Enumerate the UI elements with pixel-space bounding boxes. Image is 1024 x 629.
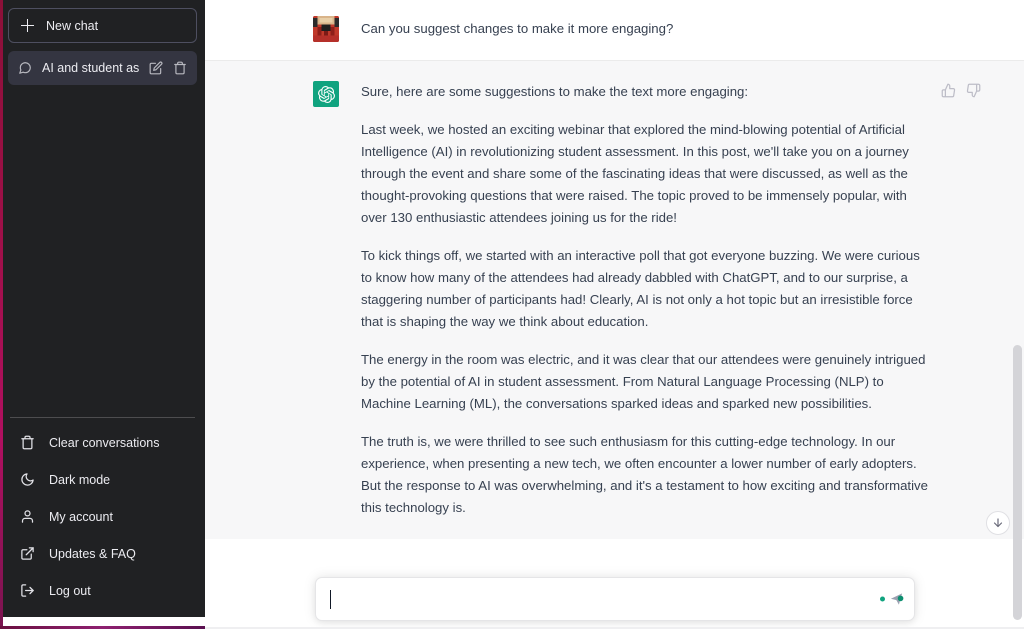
message-input[interactable]: [329, 578, 870, 620]
user-message: Can you suggest changes to make it more …: [205, 0, 1024, 61]
status-dot-icon: [879, 596, 885, 602]
new-chat-label: New chat: [46, 18, 99, 33]
assistant-intro: Sure, here are some suggestions to make …: [361, 84, 749, 99]
thumbs-up-icon[interactable]: [941, 83, 956, 98]
user-avatar: [313, 16, 339, 42]
assistant-message-text: Sure, here are some suggestions to make …: [361, 81, 931, 519]
sidebar-item-dark-mode[interactable]: Dark mode: [8, 461, 197, 498]
trash-icon: [21, 435, 34, 450]
send-icon: [890, 593, 903, 605]
user-message-text: Can you suggest changes to make it more …: [361, 21, 674, 36]
sidebar-item-label: My account: [49, 509, 113, 524]
moon-icon: [21, 473, 34, 486]
text-cursor: [329, 590, 331, 609]
assistant-paragraph-1: Last week, we hosted an exciting webinar…: [361, 122, 909, 225]
assistant-paragraph-3: The energy in the room was electric, and…: [361, 352, 926, 411]
user-icon: [21, 510, 34, 523]
sidebar: New chat AI and student assess: [0, 0, 205, 617]
conversation-title: AI and student assess: [42, 61, 139, 75]
chatgpt-app-window: New chat AI and student assess: [0, 0, 1024, 629]
plus-icon: [21, 19, 34, 32]
assistant-message-inner: Sure, here are some suggestions to make …: [313, 81, 981, 519]
window-left-edge-accent: [0, 0, 3, 629]
sidebar-item-label: Updates & FAQ: [49, 546, 136, 561]
arrow-down-icon: [993, 518, 1003, 528]
thumbs-down-icon[interactable]: [966, 83, 981, 98]
assistant-paragraph-2: To kick things off, we started with an i…: [361, 248, 920, 329]
composer-container: [205, 577, 1024, 621]
trash-icon[interactable]: [173, 61, 187, 75]
chat-main-panel: Can you suggest changes to make it more …: [205, 0, 1024, 629]
sidebar-divider: [10, 417, 195, 418]
composer[interactable]: [314, 577, 915, 621]
sidebar-item-updates-faq[interactable]: Updates & FAQ: [8, 535, 197, 572]
chat-bubble-icon: [19, 62, 31, 74]
logout-icon: [21, 584, 34, 597]
external-link-icon: [21, 547, 34, 560]
sidebar-item-label: Dark mode: [49, 472, 111, 487]
sidebar-item-label: Clear conversations: [49, 435, 160, 450]
new-chat-button[interactable]: New chat: [8, 8, 197, 43]
message-thread: Can you suggest changes to make it more …: [205, 0, 1024, 629]
pencil-icon[interactable]: [149, 61, 163, 75]
sidebar-item-label: Log out: [49, 583, 91, 598]
conversation-list: AI and student assess: [8, 51, 197, 85]
openai-logo-icon: [317, 85, 335, 103]
sidebar-item-my-account[interactable]: My account: [8, 498, 197, 535]
main-scrollbar-track[interactable]: [1010, 0, 1024, 629]
message-feedback-controls: [941, 83, 981, 98]
sidebar-item-clear-conversations[interactable]: Clear conversations: [8, 424, 197, 461]
scroll-to-bottom-button[interactable]: [986, 511, 1010, 535]
sidebar-item-log-out[interactable]: Log out: [8, 572, 197, 609]
assistant-paragraph-4: The truth is, we were thrilled to see su…: [361, 434, 928, 515]
main-scrollbar-thumb[interactable]: [1013, 345, 1022, 620]
assistant-avatar: [313, 81, 339, 107]
sidebar-conversation-item-active[interactable]: AI and student assess: [8, 51, 197, 85]
assistant-message: Sure, here are some suggestions to make …: [205, 61, 1024, 539]
user-message-inner: Can you suggest changes to make it more …: [313, 16, 931, 42]
send-button[interactable]: [879, 592, 905, 607]
avatar-pixel-art: [313, 16, 339, 42]
